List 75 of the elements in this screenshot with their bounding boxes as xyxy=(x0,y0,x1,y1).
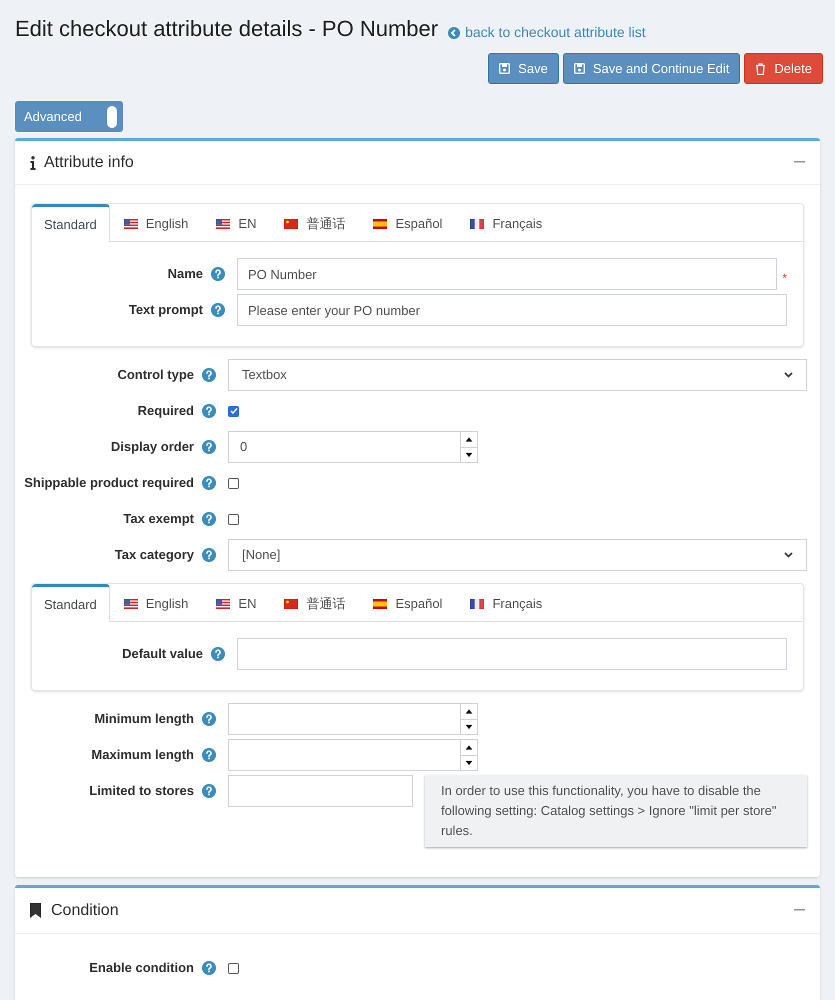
flag-icon xyxy=(470,219,484,229)
trash-icon xyxy=(755,62,766,74)
select-field[interactable]: Textbox xyxy=(228,359,807,391)
chevron-down-icon xyxy=(784,552,793,558)
flag-icon xyxy=(284,219,298,229)
language-tab[interactable]: EN xyxy=(202,204,270,241)
text-field[interactable] xyxy=(237,638,787,670)
card-title: Condition xyxy=(51,900,119,920)
language-tab[interactable]: Standard xyxy=(32,204,110,242)
text-field[interactable]: Please enter your PO number xyxy=(237,294,787,326)
help-icon xyxy=(211,303,225,317)
language-tab[interactable]: Français xyxy=(456,584,556,621)
field-label: Tax category xyxy=(114,546,194,564)
help-icon xyxy=(202,512,216,526)
flag-icon xyxy=(124,219,138,229)
field-label: Enable condition xyxy=(89,959,194,978)
field-label: Tax exempt xyxy=(123,510,194,528)
number-field[interactable] xyxy=(228,739,478,771)
language-tab[interactable]: EN xyxy=(202,584,270,621)
help-icon xyxy=(202,961,216,975)
language-tab[interactable]: 普通话 xyxy=(270,204,360,241)
number-field[interactable]: 0 xyxy=(228,431,478,463)
info-icon xyxy=(30,156,36,170)
field-label: Limited to stores xyxy=(89,782,194,800)
language-tab[interactable]: 普通话 xyxy=(270,584,360,621)
field-label: Display order xyxy=(110,438,194,456)
collapse-icon[interactable] xyxy=(794,909,805,912)
flag-icon xyxy=(373,219,388,229)
collapse-icon[interactable] xyxy=(794,161,805,164)
help-icon xyxy=(202,712,216,726)
field-label: Required xyxy=(138,402,194,420)
flag-icon xyxy=(124,599,138,609)
field-label: Shippable product required xyxy=(24,474,194,492)
help-icon xyxy=(202,476,216,490)
language-tab[interactable]: Français xyxy=(456,204,556,241)
language-tab[interactable]: Español xyxy=(359,204,456,241)
chevron-down-icon xyxy=(784,372,793,378)
help-icon xyxy=(202,748,216,762)
help-icon xyxy=(211,647,225,661)
help-icon xyxy=(202,404,216,418)
language-tab[interactable]: English xyxy=(110,204,202,241)
info-note: In order to use this functionality, you have to disable the following setting: Catalog settings > Ignore "limit per store" rules. xyxy=(425,775,807,847)
checkbox[interactable] xyxy=(228,406,239,416)
text-field[interactable]: PO Number xyxy=(237,258,778,290)
flag-icon xyxy=(216,599,230,609)
delete-button[interactable]: Delete xyxy=(744,53,823,84)
stores-field[interactable] xyxy=(228,775,413,807)
field-label: Text prompt xyxy=(128,301,203,320)
flag-icon xyxy=(470,599,484,609)
field-label: Maximum length xyxy=(91,746,194,764)
flag-icon xyxy=(284,599,298,609)
select-field[interactable]: [None] xyxy=(228,539,807,571)
field-label: Minimum length xyxy=(94,710,194,728)
card-title: Attribute info xyxy=(44,152,134,172)
help-icon xyxy=(202,440,216,454)
help-icon xyxy=(202,784,216,798)
help-icon xyxy=(202,548,216,562)
arrow-left-circle-icon xyxy=(448,26,460,38)
page-title: Edit checkout attribute details - PO Number xyxy=(15,15,438,43)
field-label: Name xyxy=(168,265,203,284)
flag-icon xyxy=(373,599,388,609)
number-field[interactable] xyxy=(228,703,478,735)
checkbox[interactable] xyxy=(228,514,239,524)
help-icon xyxy=(202,368,216,382)
field-label: Default value xyxy=(122,645,203,664)
flag-icon xyxy=(216,219,230,229)
bookmark-icon xyxy=(30,903,41,918)
language-tab[interactable]: English xyxy=(110,584,202,621)
language-tab[interactable]: Español xyxy=(359,584,456,621)
checkbox[interactable] xyxy=(228,962,239,974)
field-label: Control type xyxy=(117,366,194,384)
language-tab[interactable]: Standard xyxy=(32,584,110,622)
required-asterisk: * xyxy=(782,270,787,287)
help-icon xyxy=(211,267,225,281)
checkbox[interactable] xyxy=(228,478,239,488)
